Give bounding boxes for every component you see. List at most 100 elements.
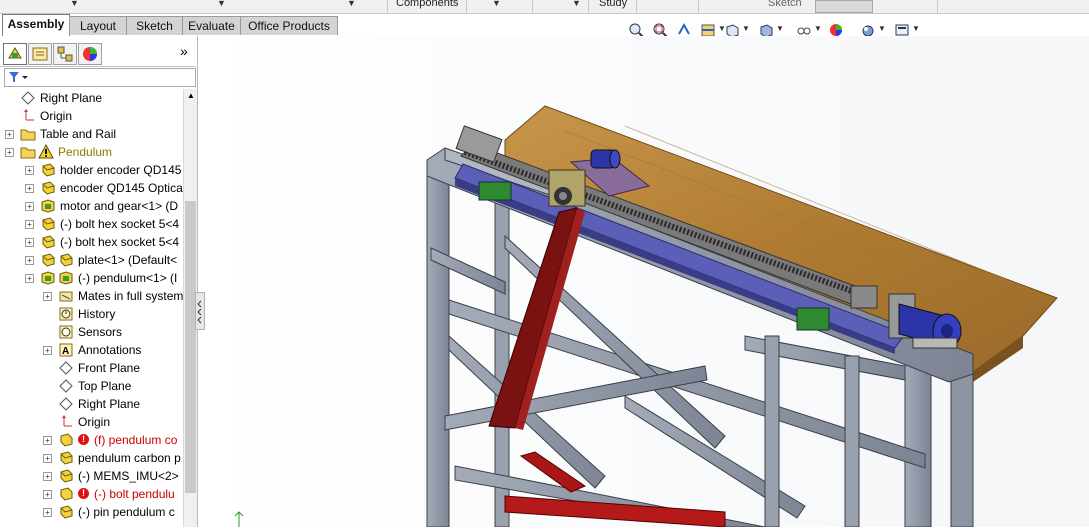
dropdown-arrow-icon[interactable]: ▼ <box>878 24 886 33</box>
expand-toggle-icon[interactable]: + <box>43 436 52 445</box>
panel-tabs: » <box>0 40 196 67</box>
tab-assembly[interactable]: Assembly <box>2 14 70 36</box>
tree-item-label: Front Plane <box>78 361 141 375</box>
tree-item[interactable]: Top Plane <box>0 377 183 395</box>
scrollbar-thumb[interactable] <box>185 201 196 493</box>
expand-toggle-icon[interactable]: + <box>25 256 34 265</box>
tree-item[interactable]: Origin <box>0 413 183 431</box>
configuration-manager-tab[interactable] <box>53 43 77 65</box>
tree-item[interactable]: +! (f) pendulum co <box>0 431 183 449</box>
dropdown-arrow-icon[interactable]: ▼ <box>814 24 822 33</box>
tree-item[interactable]: +! (-) bolt pendulu <box>0 485 183 503</box>
scroll-up-icon[interactable]: ▲ <box>187 91 195 100</box>
tree-item[interactable]: + (-) bolt hex socket 5<4 <box>0 233 183 251</box>
tab-sketch[interactable]: Sketch <box>126 16 183 35</box>
ribbon-group-components[interactable]: Components <box>396 0 458 9</box>
tree-item[interactable]: Front Plane <box>0 359 183 377</box>
expand-toggle-icon[interactable]: + <box>5 130 14 139</box>
expand-toggle-icon[interactable]: + <box>43 346 52 355</box>
tree-item-label: encoder QD145 Optica <box>60 181 183 195</box>
dropdown-arrow-icon[interactable]: ▼ <box>776 24 784 33</box>
tree-item[interactable]: + A Annotations <box>0 341 183 359</box>
part-icon <box>42 163 55 177</box>
expand-toggle-icon[interactable]: + <box>25 184 34 193</box>
tree-item-label: Mates in full system <box>78 289 183 303</box>
tree-item[interactable]: Right Plane <box>0 89 183 107</box>
tree-item-label: holder encoder QD145 <box>60 163 182 177</box>
feature-tree: Right Plane Origin + Table and Rail + Pendulu… <box>0 89 183 527</box>
property-manager-tab[interactable] <box>28 43 52 65</box>
assembly-icon <box>41 199 55 213</box>
tree-item[interactable]: + (-) bolt hex socket 5<4 <box>0 215 183 233</box>
panel-splitter-handle[interactable] <box>195 292 205 330</box>
mates-icon <box>59 291 73 302</box>
command-tabs: Assembly Layout Sketch Evaluate Office P… <box>0 14 340 36</box>
expand-toggle-icon[interactable]: + <box>43 508 52 517</box>
tree-item[interactable]: Right Plane <box>0 395 183 413</box>
folder-icon <box>20 147 36 159</box>
error-badge-icon: ! <box>78 488 89 499</box>
tree-item[interactable]: + Pendulum <box>0 143 183 161</box>
tab-evaluate[interactable]: Evaluate <box>182 16 241 35</box>
part-icon <box>60 469 73 483</box>
history-icon <box>59 307 73 321</box>
tree-item[interactable]: + motor and gear<1> (D <box>0 197 183 215</box>
plane-icon <box>59 397 73 411</box>
ribbon-group-study[interactable]: Study <box>599 0 627 9</box>
tree-item[interactable]: Origin <box>0 107 183 125</box>
collapse-panel-button[interactable]: » <box>180 43 188 59</box>
plane-icon <box>59 361 73 375</box>
tree-item[interactable]: Sensors <box>0 323 183 341</box>
expand-toggle-icon[interactable]: + <box>25 238 34 247</box>
expand-toggle-icon[interactable]: + <box>25 202 34 211</box>
ribbon-strip: ▼ ▼ ▼ Components ▼ ▼ Study Sketch <box>0 0 1089 14</box>
tree-item-label: Origin <box>40 109 73 123</box>
ribbon-group-sketch[interactable]: Sketch <box>768 0 802 9</box>
expand-toggle-icon[interactable]: + <box>25 220 34 229</box>
tree-item[interactable]: + Table and Rail <box>0 125 183 143</box>
display-manager-icon <box>83 47 97 61</box>
dropdown-arrow-icon[interactable]: ▼ <box>912 24 920 33</box>
assembly-icon <box>42 253 55 267</box>
tree-item[interactable]: History <box>0 305 183 323</box>
dropdown-arrow-icon[interactable]: ▼ <box>347 0 356 8</box>
tree-item[interactable]: + pendulum carbon p <box>0 449 183 467</box>
dropdown-arrow-icon[interactable]: ▼ <box>572 0 581 8</box>
tree-item-label: Sensors <box>78 325 123 339</box>
tree-item-label: (-) bolt hex socket 5<4 <box>60 217 180 231</box>
tree-item[interactable]: + plate<1> (Default< <box>0 251 183 269</box>
tree-item[interactable]: + (-) pendulum<1> (I <box>0 269 183 287</box>
dropdown-arrow-icon[interactable]: ▼ <box>742 24 750 33</box>
tree-item[interactable]: + Mates in full system <box>0 287 183 305</box>
expand-toggle-icon[interactable]: + <box>43 472 52 481</box>
feature-manager-tab[interactable] <box>3 43 27 65</box>
tree-item[interactable]: + encoder QD145 Optica <box>0 179 183 197</box>
dropdown-arrow-icon[interactable]: ▼ <box>217 0 226 8</box>
warning-icon <box>38 144 54 159</box>
ribbon-button[interactable] <box>815 0 873 13</box>
dropdown-arrow-icon[interactable]: ▼ <box>70 0 79 8</box>
part-icon <box>60 505 73 519</box>
expand-toggle-icon[interactable]: + <box>25 166 34 175</box>
expand-toggle-icon[interactable]: + <box>43 454 52 463</box>
tree-filter[interactable] <box>4 68 196 87</box>
plane-icon <box>59 379 73 393</box>
feature-manager-panel: » Right Plane Origin + Table and Rail + Pendu… <box>0 36 198 527</box>
tree-item-label: Table and Rail <box>40 127 117 141</box>
dropdown-arrow-icon[interactable]: ▼ <box>492 0 501 8</box>
graphics-area[interactable] <box>205 36 1089 528</box>
svg-text:A: A <box>62 346 69 357</box>
tree-item[interactable]: + (-) MEMS_IMU<2> <box>0 467 183 485</box>
tree-item-label: Top Plane <box>78 379 132 393</box>
expand-toggle-icon[interactable]: + <box>43 292 52 301</box>
expand-toggle-icon[interactable]: + <box>43 490 52 499</box>
display-manager-tab[interactable] <box>78 43 102 65</box>
expand-toggle-icon[interactable]: + <box>25 274 34 283</box>
tab-office-products[interactable]: Office Products <box>240 16 338 35</box>
expand-toggle-icon[interactable]: + <box>5 148 14 157</box>
tree-item[interactable]: + (-) pin pendulum c <box>0 503 183 521</box>
tree-item[interactable]: + holder encoder QD145 <box>0 161 183 179</box>
folder-icon <box>20 129 36 141</box>
tab-layout[interactable]: Layout <box>69 16 127 35</box>
tree-item-label: Annotations <box>78 343 142 357</box>
